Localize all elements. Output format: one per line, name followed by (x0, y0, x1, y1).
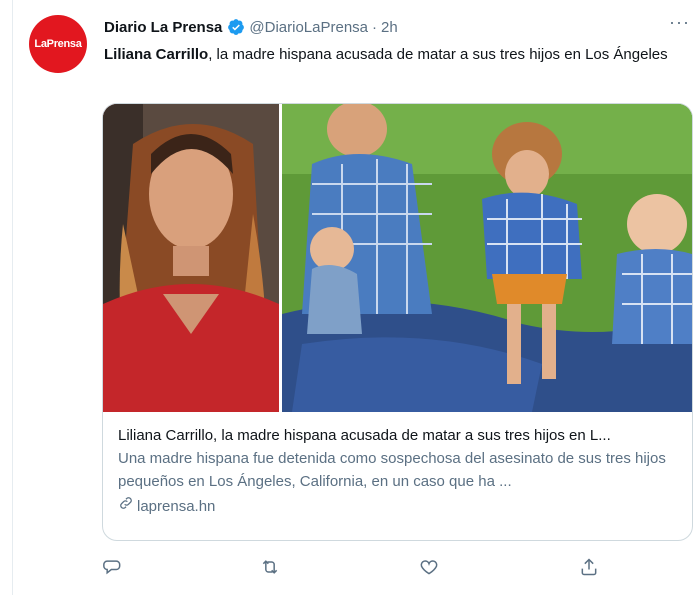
display-name[interactable]: Diario La Prensa (104, 19, 222, 36)
tweet-header: Diario La Prensa @DiarioLaPrensa · 2h (104, 16, 680, 38)
card-photo-woman (103, 104, 279, 412)
retweet-icon[interactable] (259, 556, 281, 578)
card-description: Una madre hispana fue detenida como sosp… (118, 450, 666, 490)
card-domain-row[interactable]: laprensa.hn (118, 495, 680, 518)
like-icon[interactable] (418, 556, 440, 578)
tweet-text-bold: Liliana Carrillo (104, 46, 209, 63)
card-media[interactable] (103, 104, 692, 412)
card-title[interactable]: Liliana Carrillo, la madre hispana acusa… (118, 424, 680, 447)
tweet-actions (102, 556, 602, 580)
link-card[interactable]: Liliana Carrillo, la madre hispana acusa… (102, 103, 693, 541)
more-options-icon[interactable]: ··· (669, 12, 690, 33)
card-body[interactable]: Liliana Carrillo, la madre hispana acusa… (118, 424, 680, 518)
card-domain: laprensa.hn (137, 498, 216, 515)
tweet-text: Liliana Carrillo, la madre hispana acusa… (104, 44, 689, 65)
timeline-left-border (12, 0, 13, 595)
tweet-text-rest: , la madre hispana acusada de matar a su… (208, 46, 668, 63)
link-icon (118, 495, 137, 518)
handle[interactable]: @DiarioLaPrensa (249, 19, 368, 36)
timestamp[interactable]: 2h (381, 19, 398, 36)
reply-icon[interactable] (102, 556, 124, 578)
avatar-logo-text: LaPrensa (34, 38, 82, 50)
verified-badge-icon (227, 18, 245, 36)
separator-dot: · (372, 18, 378, 36)
avatar[interactable]: LaPrensa (29, 15, 87, 73)
share-icon[interactable] (578, 556, 600, 578)
card-photo-family (282, 104, 692, 412)
